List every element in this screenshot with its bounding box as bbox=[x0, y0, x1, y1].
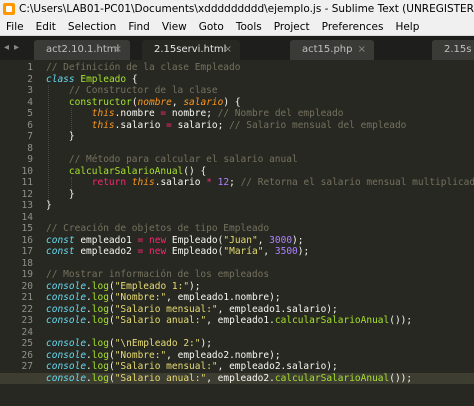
code-line[interactable]: // Creación de objetos de tipo Empleado bbox=[46, 223, 474, 235]
tab-bar: ◂ ▸ act2.10.1.html × 2.15servi.html × act15.… bbox=[0, 36, 474, 60]
code-line[interactable] bbox=[46, 258, 474, 270]
menu-goto[interactable]: Goto bbox=[193, 21, 230, 33]
menu-bar: File Edit Selection Find View Goto Tools Projec… bbox=[0, 18, 474, 36]
line-number: 17 bbox=[21, 246, 33, 257]
menu-project[interactable]: Project bbox=[268, 21, 316, 33]
code-line[interactable]: } bbox=[46, 200, 474, 212]
code-line[interactable]: console.log("\nEmpleado 2:"); bbox=[46, 338, 474, 350]
code-line[interactable]: // Definición de la clase Empleado bbox=[46, 62, 474, 74]
line-number: 5 bbox=[27, 108, 33, 119]
menu-view[interactable]: View bbox=[156, 21, 193, 33]
line-number: 12 bbox=[21, 188, 33, 200]
tab-label: 2.15servi.html bbox=[154, 44, 227, 55]
tab-4[interactable]: 2.15s bbox=[432, 40, 474, 60]
line-number: 23 bbox=[21, 315, 33, 326]
line-number: 20 bbox=[21, 280, 33, 292]
code-line[interactable]: const empleado2 = new Empleado("María", … bbox=[46, 246, 474, 258]
line-number: 14 bbox=[21, 211, 33, 223]
sublime-text-icon bbox=[3, 3, 15, 15]
code-line[interactable]: this.salario = salario; // Salario mensu… bbox=[46, 120, 474, 132]
line-number-gutter: 1 2 3 4 5 6 7 8 9 10 11 12 13 14 15 16 17 18 19 20 21 22 23 24 2… bbox=[0, 62, 33, 384]
code-line[interactable]: console.log("Nombre:", empleado2.nombre)… bbox=[46, 350, 474, 362]
code-line[interactable]: // Constructor de la clase bbox=[46, 85, 474, 97]
line-number: 18 bbox=[21, 257, 33, 269]
code-line[interactable]: console.log("Salario anual:", empleado1.… bbox=[46, 315, 474, 327]
code-line[interactable]: class Empleado { bbox=[46, 74, 474, 86]
code-area[interactable]: // Definición de la clase Empleado class … bbox=[0, 62, 474, 384]
menu-tools[interactable]: Tools bbox=[230, 21, 268, 33]
code-line[interactable]: // Método para calcular el salario anual bbox=[46, 154, 474, 166]
code-line[interactable] bbox=[46, 212, 474, 224]
code-line[interactable]: // Mostrar información de los empleados bbox=[46, 269, 474, 281]
code-line[interactable]: const empleado1 = new Empleado("Juan", 3… bbox=[46, 235, 474, 247]
tab-label: 2.15s bbox=[444, 44, 472, 55]
line-number: 11 bbox=[21, 177, 33, 188]
menu-file[interactable]: File bbox=[0, 21, 30, 33]
code-line[interactable] bbox=[46, 327, 474, 339]
title-bar: C:\Users\LAB01-PC01\Documents\xddddddddd… bbox=[0, 0, 474, 18]
menu-preferences[interactable]: Preferences bbox=[316, 21, 390, 33]
code-line[interactable] bbox=[46, 143, 474, 155]
code-line[interactable]: this.nombre = nombre; // Nombre del empl… bbox=[46, 108, 474, 120]
line-number: 16 bbox=[21, 234, 33, 246]
line-number: 9 bbox=[27, 154, 33, 165]
tab-2[interactable]: 2.15servi.html × bbox=[142, 40, 240, 60]
menu-edit[interactable]: Edit bbox=[30, 21, 62, 33]
line-number: 27 bbox=[21, 361, 33, 372]
line-number: 10 bbox=[21, 165, 33, 177]
code-line[interactable]: console.log("Salario mensual:", empleado… bbox=[46, 361, 474, 373]
line-number: 6 bbox=[27, 119, 33, 131]
line-number: 24 bbox=[21, 326, 33, 338]
code-line[interactable]: calcularSalarioAnual() { bbox=[46, 166, 474, 178]
code-line[interactable]: console.log("Salario anual:", empleado2.… bbox=[0, 372, 474, 384]
code-line[interactable]: constructor(nombre, salario) { bbox=[46, 97, 474, 109]
code-line[interactable]: return this.salario * 12; // Retorna el … bbox=[46, 177, 474, 189]
menu-help[interactable]: Help bbox=[389, 21, 425, 33]
tab-3[interactable]: act15.php × bbox=[290, 40, 374, 60]
line-number: 26 bbox=[21, 349, 33, 361]
line-number: 19 bbox=[21, 269, 33, 280]
code-line[interactable]: console.log("Nombre:", empleado1.nombre)… bbox=[46, 292, 474, 304]
code-line[interactable]: } bbox=[46, 189, 474, 201]
code-line[interactable]: } bbox=[46, 131, 474, 143]
line-number: 22 bbox=[21, 303, 33, 315]
tab-label: act2.10.1.html bbox=[46, 44, 120, 55]
window-title: C:\Users\LAB01-PC01\Documents\xddddddddd… bbox=[19, 3, 474, 15]
code-line[interactable]: console.log("Salario mensual:", empleado… bbox=[46, 304, 474, 316]
menu-find[interactable]: Find bbox=[122, 21, 156, 33]
line-number: 3 bbox=[27, 85, 33, 96]
line-number: 15 bbox=[21, 223, 33, 234]
tab-close-icon[interactable]: × bbox=[358, 40, 366, 60]
indent-guide bbox=[71, 177, 72, 189]
tab-scroll-left-icon[interactable]: ◂ bbox=[4, 42, 9, 53]
line-number: 8 bbox=[27, 142, 33, 154]
indent-guide bbox=[71, 108, 72, 131]
menu-selection[interactable]: Selection bbox=[62, 21, 122, 33]
tab-1[interactable]: act2.10.1.html × bbox=[34, 40, 130, 60]
line-number: 2 bbox=[27, 73, 33, 85]
line-number: 13 bbox=[21, 200, 33, 211]
indent-guide bbox=[48, 85, 49, 200]
code-line[interactable]: console.log("Empleado 1:"); bbox=[46, 281, 474, 293]
tab-label: act15.php bbox=[302, 44, 353, 55]
line-number: 21 bbox=[21, 292, 33, 303]
line-number: 1 bbox=[27, 62, 33, 73]
line-number: 25 bbox=[21, 338, 33, 349]
tab-scroll-right-icon[interactable]: ▸ bbox=[14, 42, 19, 53]
line-number: 7 bbox=[27, 131, 33, 142]
tab-close-icon[interactable]: × bbox=[114, 40, 122, 60]
tab-close-icon[interactable]: × bbox=[224, 40, 232, 60]
code-editor[interactable]: 1 2 3 4 5 6 7 8 9 10 11 12 13 14 15 16 17 18 19 20 21 22 23 24 2… bbox=[0, 60, 474, 406]
line-number: 4 bbox=[27, 96, 33, 108]
